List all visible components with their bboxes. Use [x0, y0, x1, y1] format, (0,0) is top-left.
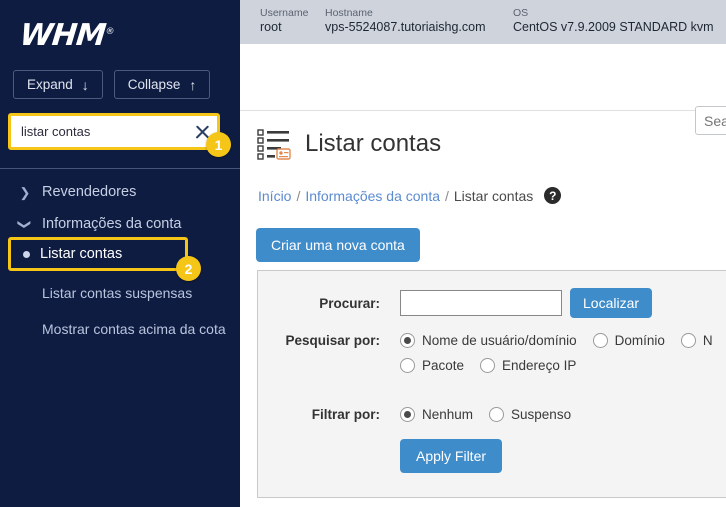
radio-label: Domínio	[614, 333, 665, 348]
registered-mark: ®	[104, 27, 114, 37]
localizar-button[interactable]: Localizar	[570, 288, 653, 318]
list-accounts-icon	[257, 128, 291, 160]
collapse-label: Collapse	[127, 77, 181, 92]
sidebar-item-informacoes-da-conta[interactable]: ❯ Informações da conta	[0, 208, 240, 240]
radio-icon[interactable]	[592, 333, 608, 348]
hostname-label: Hostname	[325, 7, 373, 19]
radio-icon[interactable]	[400, 358, 415, 373]
radio-option-none[interactable]: Nenhum	[400, 407, 473, 422]
sidebar-item-label: Revendedores	[42, 184, 137, 200]
sidebar-divider	[0, 168, 240, 169]
collapse-button[interactable]: Collapse ↑	[113, 70, 211, 99]
top-header-bar: Username root Hostname vps-5524087.tutor…	[240, 0, 726, 44]
filter-by-row: Filtrar por: Nenhum Suspenso	[258, 407, 726, 422]
search-by-label: Pesquisar por:	[285, 333, 380, 348]
search-label: Procurar:	[319, 295, 380, 311]
search-input[interactable]	[695, 106, 726, 135]
page-title: Listar contas	[305, 130, 442, 157]
filter-by-radio-group: Nenhum Suspenso	[400, 407, 726, 422]
chevron-down-icon: ❯	[17, 218, 33, 230]
search-field[interactable]	[400, 290, 562, 316]
radio-label: N	[702, 333, 713, 348]
radio-option-package[interactable]: Pacote	[400, 358, 464, 373]
whm-logo: WHM®	[18, 18, 115, 53]
bullet-icon	[23, 250, 30, 258]
search-by-row: Pesquisar por: Nome de usuário/domínio D…	[258, 333, 726, 373]
sidebar-item-label: Listar contas suspensas	[42, 285, 193, 301]
radio-icon[interactable]	[489, 407, 505, 422]
sidebar: WHM® Expand ↓ Collapse ↑ ❯ Revendedores …	[0, 0, 240, 507]
expand-label: Expand	[27, 77, 73, 92]
sidebar-item-listar-contas-suspensas[interactable]: Listar contas suspensas	[0, 276, 240, 312]
breadcrumb-link-home[interactable]: Início	[258, 188, 291, 204]
search-row: Procurar: Localizar	[258, 288, 653, 318]
radio-icon[interactable]	[680, 333, 696, 348]
page-header: Listar contas	[257, 128, 441, 160]
os-meta: OS CentOS v7.9.2009 STANDARD kvm	[513, 7, 714, 36]
create-account-button[interactable]: Criar uma nova conta	[256, 228, 420, 262]
radio-label: Nome de usuário/domínio	[422, 333, 577, 348]
breadcrumb-link-section[interactable]: Informações da conta	[305, 188, 440, 204]
hostname-meta: Hostname vps-5524087.tutoriaishg.com	[325, 7, 486, 36]
expand-collapse-row: Expand ↓ Collapse ↑	[13, 70, 211, 99]
search-by-radio-group: Nome de usuário/domínio Domínio N Pacote…	[400, 333, 726, 373]
arrow-up-icon: ↑	[189, 76, 197, 93]
toolbar-row	[240, 44, 726, 135]
filter-panel: Procurar: Localizar Pesquisar por: Nome …	[257, 270, 726, 498]
sidebar-search-input[interactable]	[11, 116, 217, 147]
breadcrumb-current: Listar contas	[453, 187, 534, 204]
main-content: Username root Hostname vps-5524087.tutor…	[240, 0, 726, 507]
sidebar-item-mostrar-contas-acima-da-cota[interactable]: Mostrar contas acima da cota	[0, 312, 240, 348]
os-label: OS	[513, 7, 529, 19]
sidebar-item-listar-contas[interactable]: Listar contas	[8, 237, 188, 271]
radio-option-ip-address[interactable]: Endereço IP	[480, 358, 576, 373]
radio-option-domain[interactable]: Domínio	[592, 333, 665, 348]
radio-label: Suspenso	[511, 407, 572, 422]
radio-icon[interactable]	[400, 407, 415, 422]
radio-label: Endereço IP	[502, 358, 577, 373]
annotation-badge-2: 2	[176, 256, 201, 281]
sidebar-search-box[interactable]	[8, 113, 220, 150]
radio-label: Pacote	[422, 358, 465, 373]
sidebar-item-label: Listar contas	[40, 246, 123, 262]
username-value: root	[260, 20, 282, 35]
expand-button[interactable]: Expand ↓	[13, 70, 103, 99]
hostname-value: vps-5524087.tutoriaishg.com	[325, 20, 486, 35]
breadcrumb-separator: /	[296, 187, 301, 204]
breadcrumb-separator: /	[445, 187, 449, 204]
arrow-down-icon: ↓	[81, 76, 89, 93]
apply-filter-button[interactable]: Apply Filter	[400, 439, 503, 473]
radio-option-truncated[interactable]: N	[680, 333, 713, 348]
sidebar-item-label: Informações da conta	[42, 216, 182, 232]
radio-label: Nenhum	[422, 407, 474, 422]
username-label: Username	[260, 7, 309, 19]
radio-option-suspended[interactable]: Suspenso	[489, 407, 571, 422]
annotation-badge-1: 1	[206, 132, 231, 157]
sidebar-item-label: Mostrar contas acima da cota	[42, 320, 226, 337]
radio-icon[interactable]	[400, 333, 415, 348]
radio-icon[interactable]	[480, 358, 496, 373]
filter-by-label: Filtrar por:	[311, 407, 380, 422]
breadcrumb: Início / Informações da conta / Listar c…	[258, 187, 562, 204]
chevron-right-icon: ❯	[19, 184, 31, 200]
os-value: CentOS v7.9.2009 STANDARD kvm	[513, 20, 714, 35]
sidebar-item-revendedores[interactable]: ❯ Revendedores	[0, 176, 240, 208]
help-icon[interactable]: ?	[544, 187, 562, 204]
radio-option-username-domain[interactable]: Nome de usuário/domínio	[400, 333, 577, 348]
username-meta: Username root	[260, 7, 308, 36]
whm-logo-text: WHM	[18, 18, 107, 53]
